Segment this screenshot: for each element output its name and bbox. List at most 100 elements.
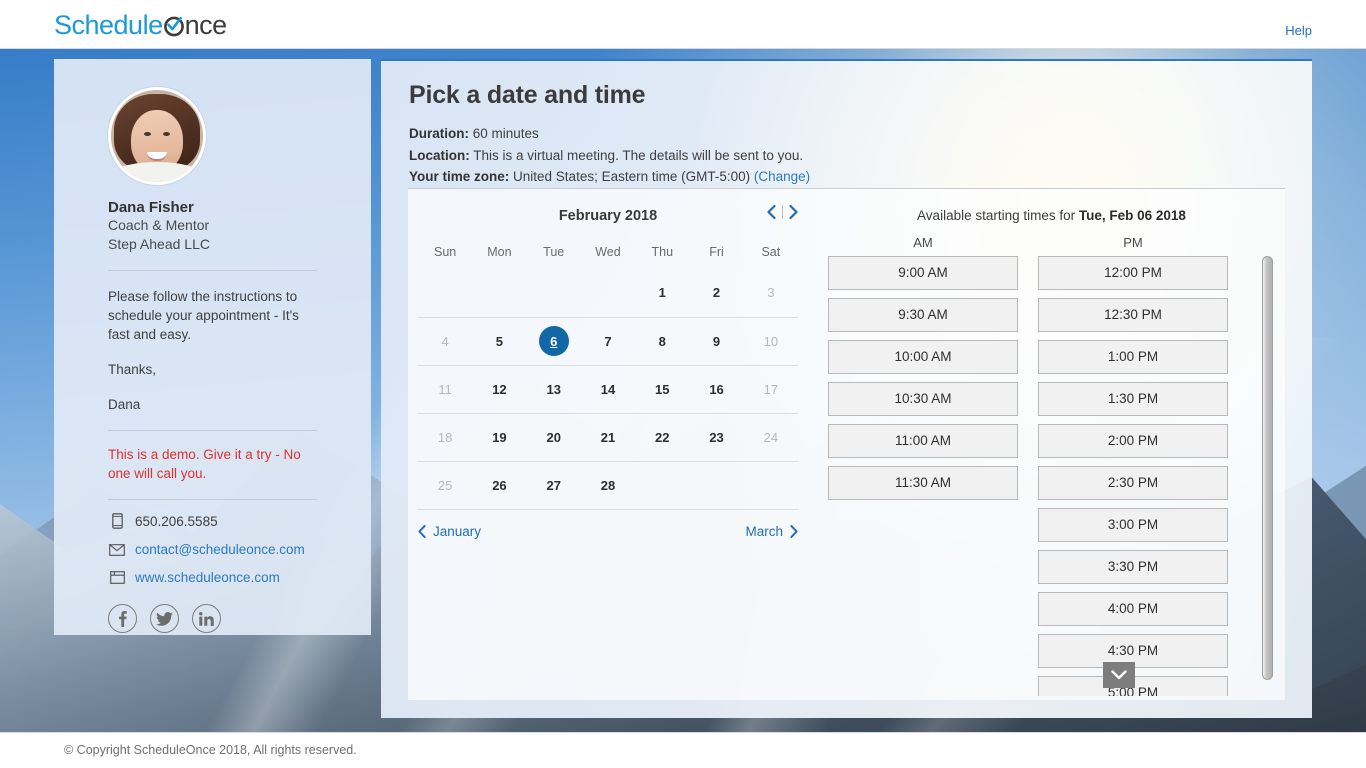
calendar-day-14[interactable]: 14 xyxy=(593,374,623,404)
contact-email-link[interactable]: contact@scheduleonce.com xyxy=(135,542,305,557)
contact-email-row: contact@scheduleonce.com xyxy=(108,542,317,557)
duration-label: Duration: xyxy=(409,126,469,141)
chevron-left-icon[interactable] xyxy=(767,205,776,219)
prev-month-label: January xyxy=(433,524,481,539)
timezone-value: United States; Eastern time (GMT-5:00) xyxy=(513,169,750,184)
calendar-day-26[interactable]: 26 xyxy=(484,470,514,500)
avatar-shoulders xyxy=(112,162,202,185)
linkedin-icon[interactable] xyxy=(192,604,221,633)
change-timezone-link[interactable]: (Change) xyxy=(754,169,810,184)
calendar-cell: 17 xyxy=(744,365,798,413)
calendar-cell: 3 xyxy=(744,269,798,317)
help-link[interactable]: Help xyxy=(1285,23,1312,38)
calendar-cell: 14 xyxy=(581,365,635,413)
time-slot-100pm[interactable]: 1:00 PM xyxy=(1038,340,1228,374)
time-slot-300pm[interactable]: 3:00 PM xyxy=(1038,508,1228,542)
calendar-cell: 18 xyxy=(418,413,472,461)
contact-website-link[interactable]: www.scheduleonce.com xyxy=(135,570,280,585)
logo-text-schedule: Schedule xyxy=(54,10,163,40)
demo-notice: This is a demo. Give it a try - No one w… xyxy=(108,445,317,483)
prev-month-link[interactable]: January xyxy=(418,524,481,539)
calendar-day-selected-6[interactable]: 6 xyxy=(539,326,569,356)
page-root: Schedule nce Help Dana Fisher Coach & Me… xyxy=(0,0,1366,768)
calendar-cell xyxy=(418,269,472,317)
calendar-day-1[interactable]: 1 xyxy=(647,278,677,308)
calendar-week-row: 123 xyxy=(418,269,798,317)
duration-value: 60 minutes xyxy=(473,126,539,141)
timezone-row: Your time zone: United States; Eastern t… xyxy=(409,166,1312,188)
calendar-cell: 11 xyxy=(418,365,472,413)
calendar-day-12[interactable]: 12 xyxy=(484,374,514,404)
calendar-day-28[interactable]: 28 xyxy=(593,470,623,500)
time-slot-1130am[interactable]: 11:30 AM xyxy=(828,466,1018,500)
calendar-day-disabled-17: 17 xyxy=(756,374,786,404)
time-slot-330pm[interactable]: 3:30 PM xyxy=(1038,550,1228,584)
calendar-cell: 26 xyxy=(472,461,526,509)
calendar-day-5[interactable]: 5 xyxy=(484,326,514,356)
calendar-cell: 28 xyxy=(581,461,635,509)
time-slot-1030am[interactable]: 10:30 AM xyxy=(828,382,1018,416)
copyright-text: © Copyright ScheduleOnce 2018, All right… xyxy=(64,743,357,757)
calendar-weekday-mon: Mon xyxy=(472,241,526,269)
time-slot-900am[interactable]: 9:00 AM xyxy=(828,256,1018,290)
chevron-right-icon[interactable] xyxy=(789,205,798,219)
calendar-day-8[interactable]: 8 xyxy=(647,326,677,356)
time-slot-400pm[interactable]: 4:00 PM xyxy=(1038,592,1228,626)
check-in-circle-icon xyxy=(163,15,185,37)
mobile-phone-icon xyxy=(108,513,126,529)
calendar-cell: 4 xyxy=(418,317,472,365)
calendar-cell: 24 xyxy=(744,413,798,461)
chevron-down-icon xyxy=(1111,670,1127,680)
ampm-headers: AM PM xyxy=(828,235,1275,250)
calendar-day-7[interactable]: 7 xyxy=(593,326,623,356)
calendar-day-13[interactable]: 13 xyxy=(539,374,569,404)
calendar: February 2018 SunMonTueWedThuFriSat 1234… xyxy=(418,205,798,539)
time-slot-130pm[interactable]: 1:30 PM xyxy=(1038,382,1228,416)
time-slot-1200pm[interactable]: 12:00 PM xyxy=(1038,256,1228,290)
calendar-cell: 21 xyxy=(581,413,635,461)
time-slot-1230pm[interactable]: 12:30 PM xyxy=(1038,298,1228,332)
calendar-cell: 10 xyxy=(744,317,798,365)
host-role: Coach & Mentor xyxy=(108,216,345,235)
calendar-day-27[interactable]: 27 xyxy=(539,470,569,500)
calendar-day-19[interactable]: 19 xyxy=(484,422,514,452)
sidebar-divider-middle xyxy=(108,430,317,431)
calendar-cell: 22 xyxy=(635,413,689,461)
time-slot-1000am[interactable]: 10:00 AM xyxy=(828,340,1018,374)
calendar-nav xyxy=(767,205,798,219)
time-slots-scrollbar[interactable] xyxy=(1262,256,1273,688)
calendar-day-16[interactable]: 16 xyxy=(702,374,732,404)
twitter-icon[interactable] xyxy=(150,604,179,633)
time-slot-200pm[interactable]: 2:00 PM xyxy=(1038,424,1228,458)
scrollbar-thumb[interactable] xyxy=(1262,256,1273,680)
avatar-eye-right xyxy=(163,132,170,136)
time-slot-930am[interactable]: 9:30 AM xyxy=(828,298,1018,332)
calendar-day-disabled-24: 24 xyxy=(756,422,786,452)
calendar-day-21[interactable]: 21 xyxy=(593,422,623,452)
thanks-text: Thanks, xyxy=(108,360,317,379)
calendar-cell: 2 xyxy=(689,269,743,317)
calendar-cell: 7 xyxy=(581,317,635,365)
calendar-day-disabled-3: 3 xyxy=(756,278,786,308)
time-slot-1100am[interactable]: 11:00 AM xyxy=(828,424,1018,458)
scroll-down-button[interactable] xyxy=(1103,662,1135,688)
calendar-day-2[interactable]: 2 xyxy=(702,278,732,308)
time-slot-230pm[interactable]: 2:30 PM xyxy=(1038,466,1228,500)
pm-column-label: PM xyxy=(1038,235,1228,250)
calendar-cell xyxy=(527,269,581,317)
calendar-grid: SunMonTueWedThuFriSat 123456789101112131… xyxy=(418,241,798,510)
intro-text: Please follow the instructions to schedu… xyxy=(108,287,317,344)
social-links xyxy=(108,604,317,633)
location-value: This is a virtual meeting. The details w… xyxy=(473,148,803,163)
calendar-cell: 15 xyxy=(635,365,689,413)
host-name: Dana Fisher xyxy=(108,199,345,216)
month-navigation-links: January March xyxy=(418,524,798,539)
calendar-day-20[interactable]: 20 xyxy=(539,422,569,452)
calendar-day-23[interactable]: 23 xyxy=(702,422,732,452)
calendar-day-22[interactable]: 22 xyxy=(647,422,677,452)
scheduleonce-logo[interactable]: Schedule nce xyxy=(54,10,227,41)
calendar-day-9[interactable]: 9 xyxy=(702,326,732,356)
next-month-link[interactable]: March xyxy=(745,524,798,539)
calendar-day-15[interactable]: 15 xyxy=(647,374,677,404)
facebook-icon[interactable] xyxy=(108,604,137,633)
